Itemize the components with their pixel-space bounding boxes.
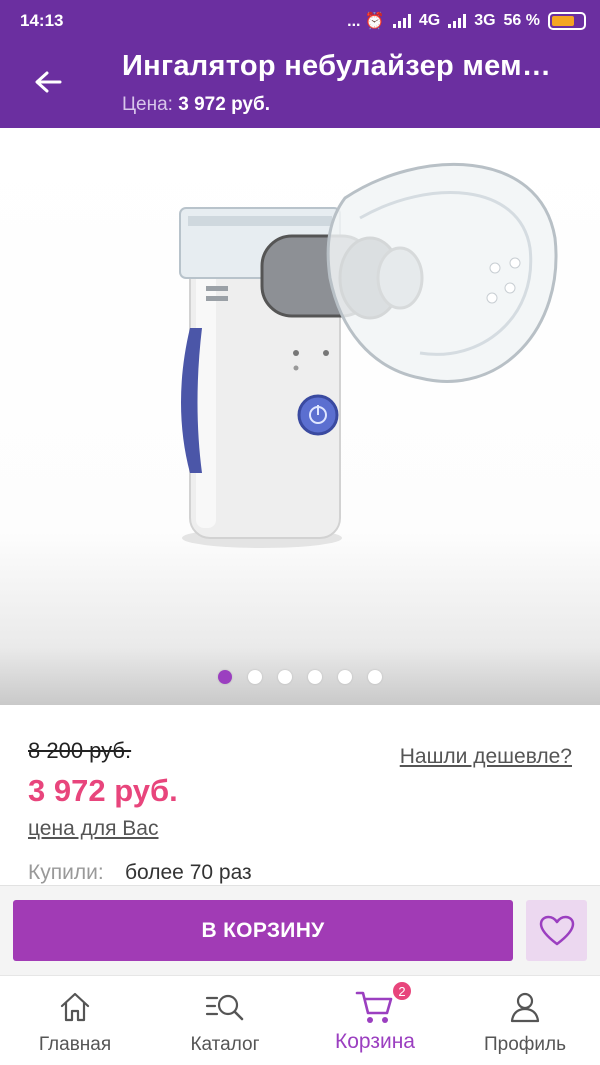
pagination-dot[interactable] bbox=[278, 670, 292, 684]
battery-icon bbox=[548, 12, 586, 30]
pagination-dot[interactable] bbox=[248, 670, 262, 684]
nav-item-profile[interactable]: Профиль bbox=[450, 976, 600, 1065]
network-type-1: 4G bbox=[418, 12, 441, 29]
pagination-dot-active[interactable] bbox=[218, 670, 232, 684]
cart-count-badge: 2 bbox=[391, 980, 413, 1002]
current-price: 3 972 руб. bbox=[28, 773, 178, 808]
nav-item-home[interactable]: Главная bbox=[0, 976, 150, 1065]
status-indicators: ... ⏰ 4G 3G 56 % bbox=[347, 11, 586, 31]
pagination-dot[interactable] bbox=[338, 670, 352, 684]
header-price-label: Цена: bbox=[122, 94, 173, 115]
bought-value: более 70 раз bbox=[125, 861, 252, 884]
nav-label-profile: Профиль bbox=[483, 1034, 567, 1055]
status-time: 14:13 bbox=[20, 11, 64, 30]
signal-icon bbox=[448, 14, 467, 28]
nav-label-home: Главная bbox=[38, 1034, 112, 1055]
nav-label-catalog: Каталог bbox=[190, 1034, 260, 1055]
price-for-you-link[interactable]: цена для Вас bbox=[28, 817, 158, 841]
status-bar: 14:13 ... ⏰ 4G 3G 56 % bbox=[0, 0, 600, 42]
favorite-button[interactable] bbox=[526, 900, 587, 961]
battery-percent: 56 % bbox=[503, 12, 540, 29]
product-image bbox=[179, 162, 558, 548]
product-image-gallery[interactable] bbox=[0, 128, 600, 705]
action-bar: В КОРЗИНУ bbox=[0, 885, 600, 975]
bottom-navigation: Главная Каталог 2 Корзина Профиль bbox=[0, 975, 600, 1065]
back-button[interactable] bbox=[28, 62, 68, 102]
app-header: Ингалятор небулайзер мем… Цена: 3 972 ру… bbox=[0, 42, 600, 128]
profile-icon bbox=[510, 992, 540, 1023]
bought-label: Купили: bbox=[28, 861, 104, 884]
nav-item-cart[interactable]: 2 Корзина bbox=[300, 976, 450, 1065]
gallery-pagination[interactable] bbox=[0, 670, 600, 684]
signal-icon bbox=[392, 14, 411, 28]
found-cheaper-link[interactable]: Нашли дешевле? bbox=[400, 745, 572, 769]
notification-alarm-icons: ... ⏰ bbox=[347, 13, 385, 30]
network-type-2: 3G bbox=[474, 12, 496, 29]
header-price-value: 3 972 руб. bbox=[178, 94, 271, 115]
cart-icon bbox=[355, 991, 393, 1023]
nav-item-catalog[interactable]: Каталог bbox=[150, 976, 300, 1065]
add-to-cart-button[interactable]: В КОРЗИНУ bbox=[13, 900, 513, 961]
home-icon bbox=[60, 992, 90, 1022]
pagination-dot[interactable] bbox=[368, 670, 382, 684]
header-price: Цена: 3 972 руб. bbox=[122, 94, 270, 116]
heart-icon bbox=[539, 915, 574, 945]
nav-label-cart: Корзина bbox=[335, 1030, 415, 1053]
page-title: Ингалятор небулайзер мем… bbox=[122, 50, 552, 82]
catalog-search-icon bbox=[205, 994, 244, 1021]
arrow-left-icon bbox=[35, 71, 62, 93]
pagination-dot[interactable] bbox=[308, 670, 322, 684]
old-price: 8 200 руб. bbox=[28, 738, 132, 763]
